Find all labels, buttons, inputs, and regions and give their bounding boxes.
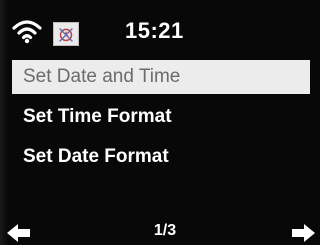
clock-time: 15:21 [125,18,184,43]
alarm-clock-icon [53,22,79,46]
arrow-right-icon[interactable] [290,222,316,244]
wifi-icon [12,20,42,44]
menu-item-set-date-and-time[interactable]: Set Date and Time [12,60,310,94]
settings-menu: Set Date and Time Set Time Format Set Da… [0,58,320,177]
arrow-left-icon[interactable] [6,222,32,244]
menu-item-set-date-format[interactable]: Set Date Format [0,137,320,177]
status-bar: 15:21 [0,0,320,56]
menu-item-label: Set Date and Time [23,66,181,87]
page-indicator: 1/3 [153,222,177,239]
menu-item-set-time-format[interactable]: Set Time Format [0,97,320,137]
menu-item-label: Set Date Format [23,146,169,167]
radio-display: 15:21 Set Date and Time Set Time Format … [0,0,320,245]
menu-item-label: Set Time Format [23,106,172,127]
